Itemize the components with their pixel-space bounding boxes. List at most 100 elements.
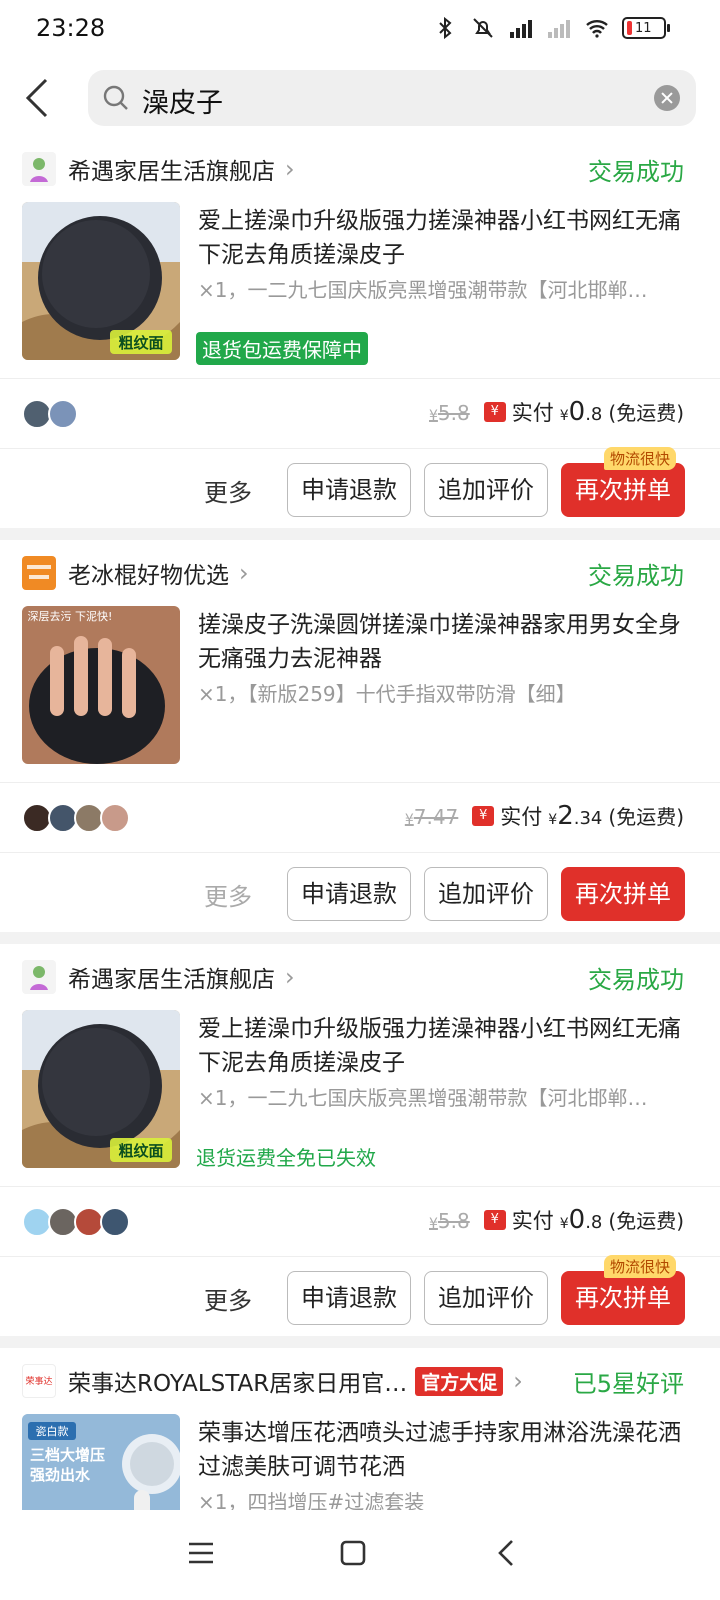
image-caption: 粗纹面 xyxy=(118,1142,163,1160)
avatar xyxy=(48,399,78,429)
product-spec: ×1，一二九七国庆版亮黑增强潮带款【河北邯郸… xyxy=(198,278,648,302)
image-caption: 瓷白款 xyxy=(36,1424,69,1438)
more-button[interactable]: 更多 xyxy=(204,877,252,912)
product-title[interactable]: 荣事达增压花洒喷头过滤手持家用淋浴洗澡花洒过滤美肤可调节花洒 xyxy=(198,1416,688,1484)
back-nav-icon[interactable] xyxy=(492,1538,522,1568)
shop-row[interactable]: 老冰棍好物优选 › 交易成功 xyxy=(0,540,720,606)
status-icons: 11 xyxy=(432,16,670,40)
shop-row[interactable]: 希遇家居生活旗舰店 › 交易成功 xyxy=(0,136,720,202)
action-row: 更多 申请退款 追加评价 物流很快 再次拼单 xyxy=(0,447,720,528)
reorder-button[interactable]: 再次拼单 xyxy=(561,867,685,921)
buyer-avatars xyxy=(22,399,78,429)
product-row[interactable]: 瓷白款 三档大增压 强劲出水 荣事达增压花洒喷头过滤手持家用淋浴洗澡花洒过滤美肤可调… xyxy=(0,1414,720,1510)
price-row: ¥7.47 ¥ 实付 ¥2.34 (免运费) xyxy=(0,782,720,852)
status-time: 23:28 xyxy=(36,14,106,42)
pay-label: 实付 xyxy=(511,1209,554,1233)
fast-shipping-badge: 物流很快 xyxy=(604,447,677,470)
shop-row[interactable]: 荣事达 荣事达ROYALSTAR居家日用官… 官方大促 › 已5星好评 xyxy=(0,1348,720,1414)
guarantee-badge: 退货包运费保障中 xyxy=(196,332,368,365)
search-header: 澡皮子 xyxy=(0,60,720,136)
system-nav-bar xyxy=(0,1510,720,1600)
clear-search-icon[interactable] xyxy=(654,85,680,111)
wifi-icon xyxy=(586,20,608,38)
shipping-note: (免运费) xyxy=(608,1209,684,1233)
chevron-right-icon: › xyxy=(285,963,295,991)
payment-icon: ¥ xyxy=(483,402,506,422)
order-card[interactable]: 荣事达 荣事达ROYALSTAR居家日用官… 官方大促 › 已5星好评 瓷白款 三档大… xyxy=(0,1348,720,1510)
refund-button[interactable]: 申请退款 xyxy=(287,1271,411,1325)
order-list: 希遇家居生活旗舰店 › 交易成功 粗纹面 爱上搓澡巾升级版强力搓澡神器小红书网红无… xyxy=(0,136,720,1510)
action-row: 更多 申请退款 追加评价 再次拼单 xyxy=(0,852,720,932)
order-card[interactable]: 希遇家居生活旗舰店 › 交易成功 粗纹面 爱上搓澡巾升级版强力搓澡神器小红书网红无… xyxy=(0,944,720,1336)
payment-icon: ¥ xyxy=(483,1210,506,1230)
shipping-note: (免运费) xyxy=(608,401,684,425)
paid-amount: ¥2.34 xyxy=(548,801,603,831)
mute-icon xyxy=(473,18,493,38)
image-caption: 强劲出水 xyxy=(30,1466,91,1484)
refund-button[interactable]: 申请退款 xyxy=(287,463,411,517)
back-icon[interactable] xyxy=(18,74,58,122)
order-status: 交易成功 xyxy=(588,966,684,994)
paid-amount: ¥0.8 xyxy=(559,397,603,427)
shop-name[interactable]: 希遇家居生活旗舰店 › xyxy=(68,960,295,994)
add-review-button[interactable]: 追加评价 xyxy=(424,1271,548,1325)
home-icon[interactable] xyxy=(338,1538,368,1568)
shop-name[interactable]: 老冰棍好物优选 › xyxy=(68,556,249,590)
order-card[interactable]: 希遇家居生活旗舰店 › 交易成功 粗纹面 爱上搓澡巾升级版强力搓澡神器小红书网红无… xyxy=(0,136,720,528)
product-title[interactable]: 爱上搓澡巾升级版强力搓澡神器小红书网红无痛下泥去角质搓澡皮子 xyxy=(198,1012,688,1080)
signal-2-icon xyxy=(548,20,570,38)
product-image[interactable]: 瓷白款 三档大增压 强劲出水 xyxy=(22,1414,180,1510)
order-status: 交易成功 xyxy=(588,562,684,590)
menu-icon[interactable] xyxy=(186,1538,216,1568)
product-image[interactable]: 深层去污 下泥快! xyxy=(22,606,180,764)
pay-label: 实付 xyxy=(500,805,543,829)
product-title[interactable]: 爱上搓澡巾升级版强力搓澡神器小红书网红无痛下泥去角质搓澡皮子 xyxy=(198,204,688,272)
shop-name[interactable]: 希遇家居生活旗舰店 › xyxy=(68,152,295,186)
add-review-button[interactable]: 追加评价 xyxy=(424,867,548,921)
action-row: 更多 申请退款 追加评价 物流很快 再次拼单 xyxy=(0,1255,720,1336)
refund-button[interactable]: 申请退款 xyxy=(287,867,411,921)
shipping-note: (免运费) xyxy=(608,805,684,829)
product-row[interactable]: 粗纹面 爱上搓澡巾升级版强力搓澡神器小红书网红无痛下泥去角质搓澡皮子 ×1，一二… xyxy=(0,1010,720,1186)
battery-icon: 11 xyxy=(622,17,670,39)
order-status: 已5星好评 xyxy=(572,1370,684,1398)
price-row: ¥5.8 ¥ 实付 ¥0.8 (免运费) xyxy=(0,378,720,448)
price-info: ¥5.8 ¥ 实付 ¥0.8 (免运费) xyxy=(429,1205,684,1235)
price-info: ¥7.47 ¥ 实付 ¥2.34 (免运费) xyxy=(405,801,684,831)
more-button[interactable]: 更多 xyxy=(204,473,252,508)
reorder-button[interactable]: 再次拼单 xyxy=(561,463,685,517)
shop-logo xyxy=(22,556,56,590)
product-image[interactable]: 粗纹面 xyxy=(22,202,180,360)
product-row[interactable]: 粗纹面 爱上搓澡巾升级版强力搓澡神器小红书网红无痛下泥去角质搓澡皮子 ×1，一二… xyxy=(0,202,720,378)
avatar xyxy=(100,1207,130,1237)
product-image[interactable]: 粗纹面 xyxy=(22,1010,180,1168)
add-review-button[interactable]: 追加评价 xyxy=(424,463,548,517)
search-query: 澡皮子 xyxy=(142,88,223,119)
order-card[interactable]: 老冰棍好物优选 › 交易成功 深层去污 下泥快! 搓澡皮子洗澡圆饼搓澡巾搓澡神器家… xyxy=(0,540,720,932)
shop-logo xyxy=(22,152,56,186)
price-row: ¥5.8 ¥ 实付 ¥0.8 (免运费) xyxy=(0,1186,720,1256)
product-spec: ×1，四挡增压#过滤套装 xyxy=(198,1490,425,1510)
paid-amount: ¥0.8 xyxy=(559,1205,603,1235)
guarantee-status: 退货运费全免已失效 xyxy=(196,1146,376,1170)
original-price: ¥7.47 xyxy=(404,805,459,829)
product-row[interactable]: 深层去污 下泥快! 搓澡皮子洗澡圆饼搓澡巾搓澡神器家用男女全身无痛强力去泥神器 … xyxy=(0,606,720,782)
bluetooth-icon xyxy=(439,16,452,40)
search-icon xyxy=(103,85,128,110)
shop-name[interactable]: 荣事达ROYALSTAR居家日用官… 官方大促 › xyxy=(68,1364,523,1398)
pay-label: 实付 xyxy=(511,401,554,425)
search-input[interactable]: 澡皮子 xyxy=(88,70,696,126)
product-spec: ×1，【新版259】十代手指双带防滑【细】 xyxy=(198,682,576,706)
image-caption: 深层去污 下泥快! xyxy=(28,610,113,623)
buyer-avatars xyxy=(22,1207,130,1237)
promo-tag: 官方大促 xyxy=(415,1366,504,1396)
payment-icon: ¥ xyxy=(472,806,495,826)
reorder-button[interactable]: 再次拼单 xyxy=(561,1271,685,1325)
product-title[interactable]: 搓澡皮子洗澡圆饼搓澡巾搓澡神器家用男女全身无痛强力去泥神器 xyxy=(198,608,688,676)
more-button[interactable]: 更多 xyxy=(204,1281,252,1316)
signal-icon xyxy=(510,20,532,38)
shop-row[interactable]: 希遇家居生活旗舰店 › 交易成功 xyxy=(0,944,720,1010)
avatar xyxy=(100,803,130,833)
shop-logo xyxy=(22,960,56,994)
original-price: ¥5.8 xyxy=(429,401,470,425)
